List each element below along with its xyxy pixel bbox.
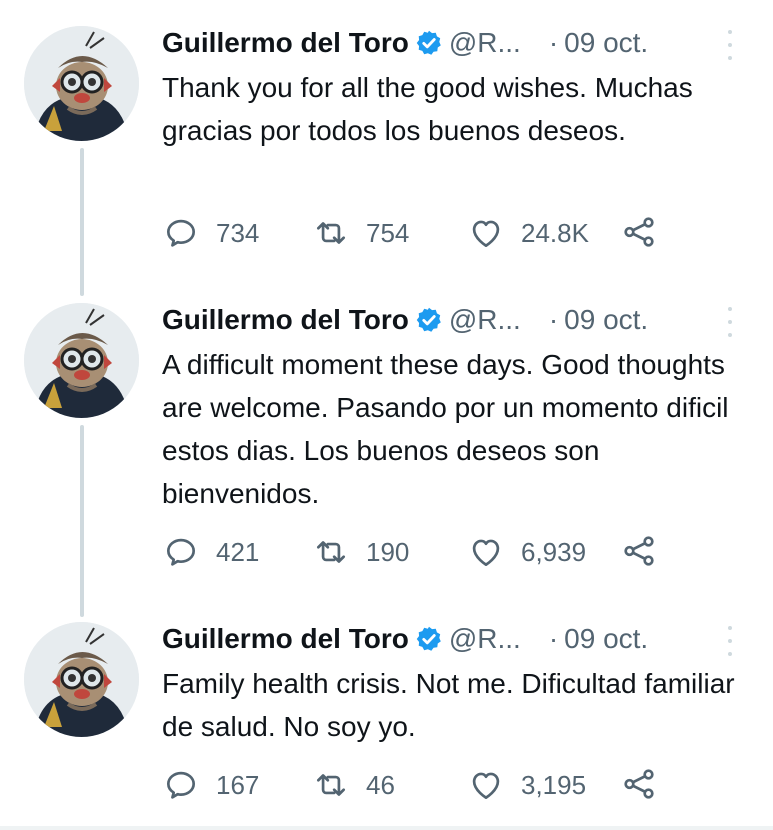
retweet-button[interactable]: 754	[312, 213, 409, 253]
tweet-text: Family health crisis. Not me. Dificultad…	[162, 668, 735, 742]
heart-icon	[472, 220, 500, 248]
heart-icon	[472, 539, 500, 567]
retweet-button[interactable]: 46	[312, 765, 395, 805]
tweet[interactable]: Guillermo del Toro @R... · 09 oct. Thank…	[0, 0, 773, 280]
share-icon	[624, 536, 654, 566]
bottom-divider	[0, 826, 773, 830]
reply-button[interactable]: 167	[162, 765, 259, 805]
author-name[interactable]: Guillermo del Toro	[162, 304, 409, 336]
retweet-count: 190	[366, 536, 410, 567]
reply-count: 421	[216, 536, 260, 567]
share-button[interactable]	[620, 765, 658, 803]
reply-count: 167	[216, 769, 260, 800]
like-button[interactable]: 6,939	[467, 532, 586, 572]
tweet-header: Guillermo del Toro @R... · 09 oct.	[162, 620, 648, 658]
share-button[interactable]	[620, 532, 658, 570]
more-options-icon[interactable]	[722, 626, 738, 656]
reply-button[interactable]: 421	[162, 532, 259, 572]
reply-bubble-icon	[166, 771, 196, 799]
tweet-actions: 167 46 3,195	[162, 765, 722, 805]
tweet[interactable]: Guillermo del Toro @R... · 09 oct. A dif…	[0, 277, 773, 597]
author-name[interactable]: Guillermo del Toro	[162, 623, 409, 655]
like-button[interactable]: 24.8K	[467, 213, 589, 253]
like-button[interactable]: 3,195	[467, 765, 586, 805]
share-icon	[624, 217, 654, 247]
retweet-icon	[316, 774, 346, 796]
retweet-count: 46	[366, 769, 395, 800]
heart-icon	[472, 772, 500, 800]
tweet-actions: 734 754 24.8K	[162, 213, 722, 253]
retweet-count: 754	[366, 217, 410, 248]
separator-dot: ·	[548, 27, 559, 58]
share-icon	[624, 769, 654, 799]
tweet-text: A difficult moment these days. Good thou…	[162, 349, 729, 509]
separator-dot: ·	[548, 304, 559, 335]
reply-button[interactable]: 734	[162, 213, 259, 253]
avatar[interactable]	[24, 26, 139, 141]
author-handle[interactable]: @R...	[449, 27, 521, 59]
avatar[interactable]	[24, 303, 139, 418]
more-options-icon[interactable]	[722, 307, 738, 337]
tweet-header: Guillermo del Toro @R... · 09 oct.	[162, 301, 648, 339]
reply-bubble-icon	[166, 538, 196, 566]
author-handle[interactable]: @R...	[449, 304, 521, 336]
tweet-text: Thank you for all the good wishes. Mucha…	[162, 72, 693, 146]
reply-bubble-icon	[166, 219, 196, 247]
more-options-icon[interactable]	[722, 30, 738, 60]
tweet-header: Guillermo del Toro @R... · 09 oct.	[162, 24, 648, 62]
retweet-button[interactable]: 190	[312, 532, 409, 572]
like-count: 24.8K	[521, 217, 589, 248]
verified-badge-icon	[415, 625, 443, 653]
avatar[interactable]	[24, 622, 139, 737]
tweet-date[interactable]: 09 oct.	[564, 304, 648, 336]
author-name[interactable]: Guillermo del Toro	[162, 27, 409, 59]
verified-badge-icon	[415, 29, 443, 57]
reply-count: 734	[216, 217, 260, 248]
retweet-icon	[316, 541, 346, 563]
tweet-date[interactable]: 09 oct.	[564, 623, 648, 655]
separator-dot: ·	[548, 623, 559, 654]
tweet[interactable]: Guillermo del Toro @R... · 09 oct. Famil…	[0, 596, 773, 826]
author-handle[interactable]: @R...	[449, 623, 521, 655]
share-button[interactable]	[620, 213, 658, 251]
retweet-icon	[316, 222, 346, 244]
like-count: 3,195	[521, 769, 587, 800]
verified-badge-icon	[415, 306, 443, 334]
like-count: 6,939	[521, 536, 587, 567]
tweet-date[interactable]: 09 oct.	[564, 27, 648, 59]
tweet-actions: 421 190 6,939	[162, 532, 722, 572]
